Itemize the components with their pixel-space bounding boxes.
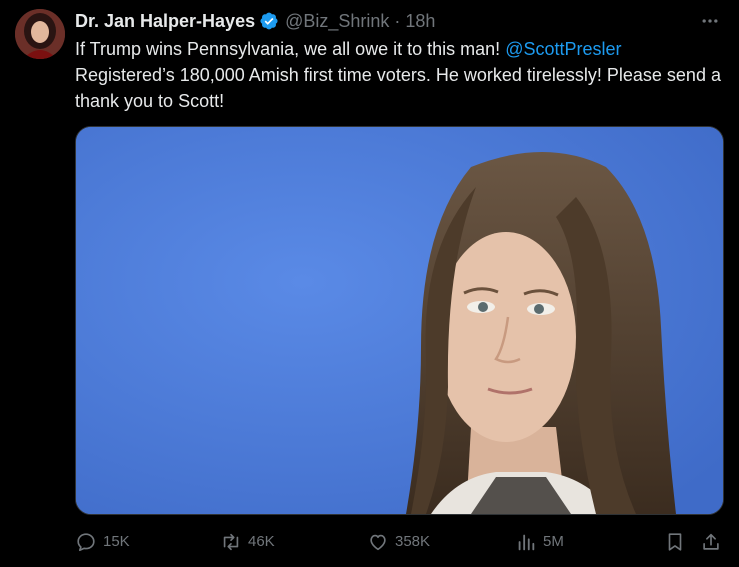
tweet-timestamp[interactable]: 18h bbox=[405, 11, 435, 32]
repost-count: 46K bbox=[248, 533, 275, 550]
more-button[interactable] bbox=[698, 9, 722, 33]
reply-count: 15K bbox=[103, 533, 130, 550]
tweet-text: If Trump wins Pennsylvania, we all owe i… bbox=[75, 36, 725, 114]
tweet-actions: 15K 46K 358K 5M bbox=[75, 529, 727, 555]
tweet-text-part1: If Trump wins Pennsylvania, we all owe i… bbox=[75, 39, 506, 59]
mention-link[interactable]: @ScottPresler bbox=[505, 39, 621, 59]
meta-separator: · bbox=[394, 10, 401, 31]
more-icon bbox=[702, 19, 718, 23]
reply-icon bbox=[77, 533, 95, 552]
reply-button[interactable]: 15K bbox=[75, 529, 130, 555]
tweet-header: Dr. Jan Halper-Hayes @Biz_Shrink · 18h bbox=[75, 9, 435, 33]
author-handle[interactable]: @Biz_Shrink bbox=[285, 11, 389, 32]
repost-icon bbox=[223, 533, 239, 551]
views-count: 5M bbox=[543, 533, 564, 550]
views-icon bbox=[518, 534, 535, 551]
repost-button[interactable]: 46K bbox=[220, 529, 275, 555]
bookmark-button[interactable] bbox=[664, 529, 692, 555]
heart-icon bbox=[370, 534, 386, 551]
share-icon bbox=[703, 533, 719, 550]
tweet-photo[interactable] bbox=[75, 126, 724, 515]
verified-badge-icon bbox=[260, 12, 278, 30]
tweet-text-part2: Registered’s 180,000 Amish first time vo… bbox=[75, 65, 721, 111]
man-portrait-image bbox=[76, 127, 723, 514]
author-avatar[interactable] bbox=[15, 9, 65, 59]
like-button[interactable]: 358K bbox=[367, 529, 430, 555]
views-button[interactable]: 5M bbox=[515, 529, 564, 555]
like-count: 358K bbox=[395, 533, 431, 550]
share-button[interactable] bbox=[700, 529, 728, 555]
bookmark-icon bbox=[668, 533, 682, 551]
author-name[interactable]: Dr. Jan Halper-Hayes bbox=[75, 11, 255, 32]
